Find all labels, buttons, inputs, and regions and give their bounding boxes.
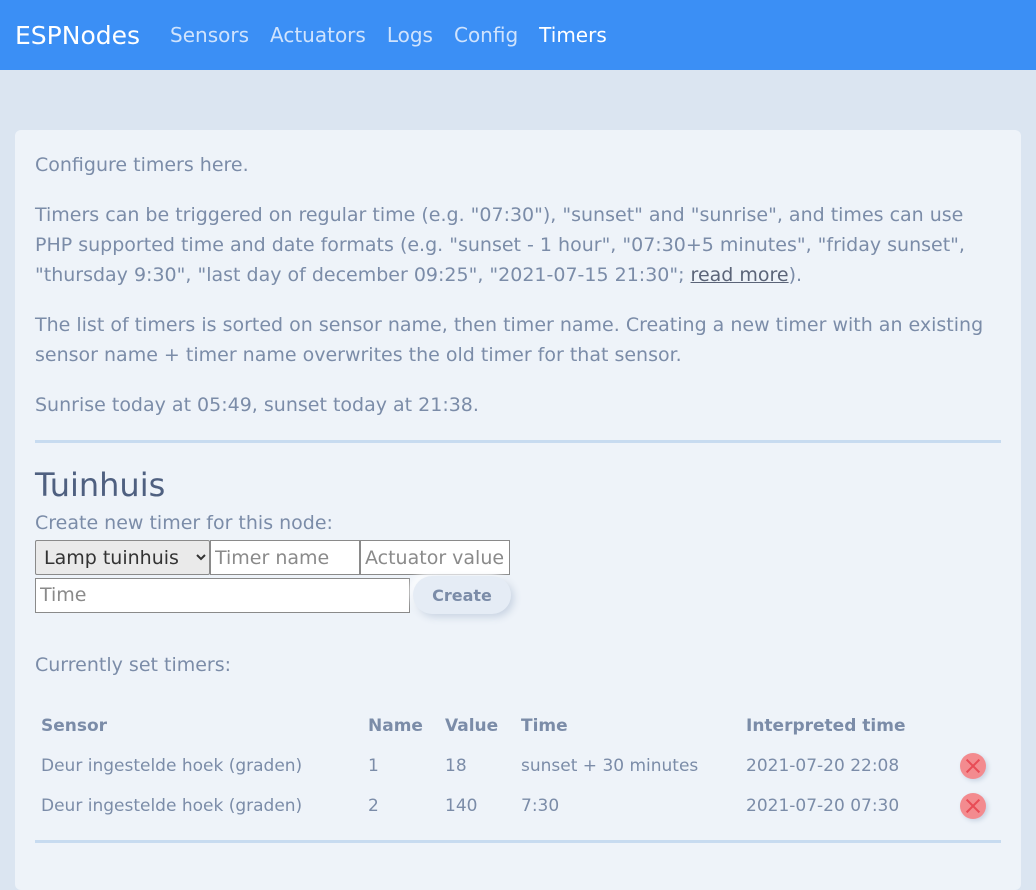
create-button[interactable]: Create (413, 576, 511, 614)
format-help-body: Timers can be triggered on regular time … (35, 204, 965, 286)
close-icon[interactable] (960, 753, 986, 779)
nav-link-sensors[interactable]: Sensors (170, 23, 249, 47)
cell-sensor: Deur ingestelde hoek (graden) (41, 756, 303, 776)
timer-name-input[interactable] (210, 540, 360, 575)
divider (35, 840, 1001, 843)
header-value: Value (445, 716, 499, 736)
cell-name: 2 (368, 796, 379, 816)
close-icon[interactable] (960, 793, 986, 819)
create-timer-row-2: Create (35, 576, 1001, 614)
header-name: Name (368, 716, 423, 736)
header-interpreted-time: Interpreted time (746, 716, 906, 736)
header-time: Time (521, 716, 568, 736)
actuator-value-input[interactable] (360, 540, 510, 575)
nav-link-logs[interactable]: Logs (387, 23, 433, 47)
cell-sensor: Deur ingestelde hoek (graden) (41, 796, 303, 816)
cell-interpreted-time: 2021-07-20 22:08 (746, 756, 900, 776)
navbar: ESPNodes Sensors Actuators Logs Config T… (0, 0, 1036, 70)
table-header-row: Sensor Name Value Time Interpreted time (35, 716, 992, 746)
create-timer-label: Create new timer for this node: (35, 512, 333, 534)
brand-logo[interactable]: ESPNodes (15, 21, 140, 50)
cell-name: 1 (368, 756, 379, 776)
current-timers-label: Currently set timers: (35, 654, 232, 676)
time-input[interactable] (35, 577, 410, 613)
sun-times-text: Sunrise today at 05:49, sunset today at … (35, 394, 479, 416)
create-timer-row-1: Lamp tuinhuis (35, 540, 1001, 575)
nav-link-config[interactable]: Config (454, 23, 518, 47)
read-more-link[interactable]: read more (691, 264, 789, 286)
intro-text: Configure timers here. (35, 154, 249, 176)
nav-link-timers[interactable]: Timers (539, 23, 607, 47)
format-help-end: ). (788, 264, 803, 286)
sort-help-text: The list of timers is sorted on sensor n… (35, 314, 984, 366)
nav-link-actuators[interactable]: Actuators (270, 23, 366, 47)
timers-card: Configure timers here. Timers can be tri… (15, 130, 1021, 890)
cell-value: 18 (445, 756, 467, 776)
node-title: Tuinhuis (35, 466, 166, 504)
divider (35, 440, 1001, 443)
header-actions (950, 716, 992, 746)
table-row: Deur ingestelde hoek (graden) 1 18 sunse… (35, 746, 992, 786)
format-help-text: Timers can be triggered on regular time … (35, 200, 1001, 290)
cell-interpreted-time: 2021-07-20 07:30 (746, 796, 900, 816)
table-row: Deur ingestelde hoek (graden) 2 140 7:30… (35, 786, 992, 826)
header-sensor: Sensor (41, 716, 108, 736)
cell-actions (950, 746, 992, 786)
cell-actions (950, 786, 992, 826)
timers-table: Sensor Name Value Time Interpreted time … (35, 716, 992, 826)
cell-time: 7:30 (521, 796, 560, 816)
sensor-select[interactable]: Lamp tuinhuis (35, 540, 210, 575)
cell-value: 140 (445, 796, 478, 816)
cell-time: sunset + 30 minutes (521, 756, 699, 776)
